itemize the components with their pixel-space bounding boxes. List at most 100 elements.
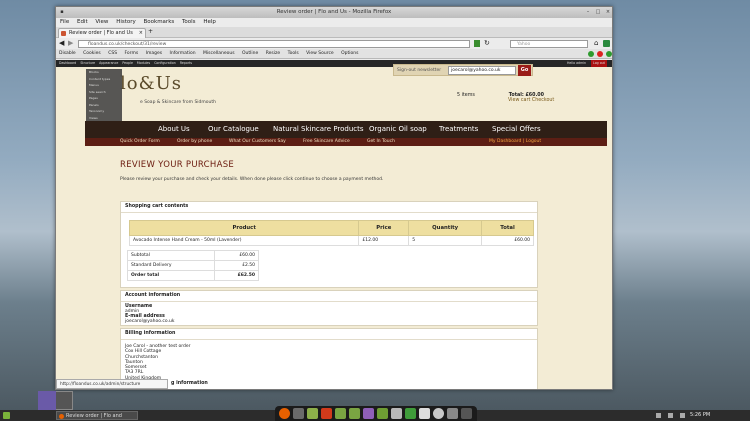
navigation-bar: ◀ ▶ floandus.co.uk/checkout/31/review ↻ … <box>56 38 612 49</box>
check-icon[interactable] <box>588 51 594 57</box>
new-tab-button[interactable]: + <box>148 28 153 35</box>
minimize-icon[interactable]: – <box>584 9 592 16</box>
favicon-icon <box>61 31 66 36</box>
maximize-icon[interactable]: □ <box>594 9 602 16</box>
error-icon[interactable] <box>597 51 603 57</box>
dev-css[interactable]: CSS <box>108 51 117 56</box>
site-logo[interactable]: lo&Us <box>120 73 182 94</box>
col-price: Price <box>358 220 410 236</box>
dock-app-icon[interactable] <box>363 408 374 419</box>
subnav-skincare-advice[interactable]: Free Skincare Advice <box>303 138 350 146</box>
dev-miscellaneous[interactable]: Miscellaneous <box>203 51 235 56</box>
menu-view[interactable]: View <box>95 19 108 25</box>
valid-icon[interactable] <box>606 51 612 57</box>
dev-information[interactable]: Information <box>170 51 196 56</box>
battery-icon[interactable] <box>680 413 685 418</box>
subnav-order-by-phone[interactable]: Order by phone <box>177 138 212 146</box>
admin-people[interactable]: People <box>122 61 133 65</box>
dock-app-icon[interactable] <box>447 408 458 419</box>
web-page: Dashboard Structure Appearance People Mo… <box>56 60 612 389</box>
menu-history[interactable]: History <box>116 19 136 25</box>
dock-app-icon[interactable] <box>461 408 472 419</box>
order-total-label: Order total <box>127 270 215 281</box>
taskbar-firefox-item[interactable]: Review order | Flo and <box>56 411 138 420</box>
nav-treatments[interactable]: Treatments <box>439 121 478 138</box>
admin-modules[interactable]: Modules <box>137 61 150 65</box>
dev-outline[interactable]: Outline <box>242 51 258 56</box>
subnav-get-in-touch[interactable]: Get In Touch <box>367 138 395 146</box>
window-title: Review order | Flo and Us - Mozilla Fire… <box>56 7 612 18</box>
divider <box>121 212 537 213</box>
subnav-customers-say[interactable]: What Our Customers Say <box>229 138 286 146</box>
dock-app-icon[interactable] <box>433 408 444 419</box>
divider <box>121 301 537 302</box>
dock-app-icon[interactable] <box>349 408 360 419</box>
admin-structure[interactable]: Structure <box>80 61 95 65</box>
admin-dashboard[interactable]: Dashboard <box>59 61 76 65</box>
firefox-dock-icon[interactable] <box>279 408 290 419</box>
tab-close-icon[interactable]: × <box>139 29 143 38</box>
dock-app-icon[interactable] <box>419 408 430 419</box>
admin-configuration[interactable]: Configuration <box>154 61 176 65</box>
reload-icon[interactable]: ↻ <box>484 39 490 47</box>
checkout-link[interactable]: Checkout <box>532 98 554 103</box>
admin-reports[interactable]: Reports <box>180 61 192 65</box>
subtotal-label: Subtotal <box>127 250 215 261</box>
dev-resize[interactable]: Resize <box>266 51 280 56</box>
dock-app-icon[interactable] <box>377 408 388 419</box>
dev-disable[interactable]: Disable <box>59 51 76 56</box>
addon-icon[interactable] <box>474 40 480 47</box>
cell-qty: 5 <box>408 235 483 246</box>
admin-appearance[interactable]: Appearance <box>99 61 118 65</box>
divider <box>121 339 537 340</box>
dev-options[interactable]: Options <box>341 51 358 56</box>
workspace-thumbnail-active[interactable] <box>38 391 56 410</box>
dev-forms[interactable]: Forms <box>125 51 139 56</box>
dev-cookies[interactable]: Cookies <box>83 51 101 56</box>
col-quantity: Quantity <box>408 220 483 236</box>
view-cart-link[interactable]: View cart <box>508 98 530 103</box>
menu-bookmarks[interactable]: Bookmarks <box>144 19 175 25</box>
dev-view-source[interactable]: View Source <box>306 51 334 56</box>
nav-special-offers[interactable]: Special Offers <box>492 121 541 138</box>
tab-review-order[interactable]: Review order | Flo and Us × <box>58 28 146 38</box>
nav-organic-oil-soap[interactable]: Organic Oil soap <box>369 121 427 138</box>
close-icon[interactable]: × <box>604 9 612 16</box>
share-icon[interactable] <box>603 40 610 47</box>
network-icon[interactable] <box>656 413 661 418</box>
window-menu-icon[interactable]: ▪ <box>58 9 66 16</box>
col-total: Total <box>481 220 534 236</box>
dock-app-icon[interactable] <box>293 408 304 419</box>
dev-tools[interactable]: Tools <box>288 51 299 56</box>
delivery-value: £2.50 <box>213 260 260 271</box>
start-menu-icon[interactable] <box>3 412 10 419</box>
menu-file[interactable]: File <box>60 19 69 25</box>
menu-edit[interactable]: Edit <box>77 19 88 25</box>
email-value: joecarol@yahoo.co.uk <box>451 68 501 73</box>
go-button[interactable]: Go <box>518 65 531 76</box>
menu-tools[interactable]: Tools <box>182 19 196 25</box>
subtotal-value: £60.00 <box>213 250 260 261</box>
back-icon[interactable]: ◀ <box>59 39 64 47</box>
nav-natural-skincare[interactable]: Natural Skincare Products <box>273 121 364 138</box>
menu-help[interactable]: Help <box>203 19 216 25</box>
subnav-quick-order[interactable]: Quick Order Form <box>120 138 160 146</box>
forward-icon[interactable]: ▶ <box>68 39 73 47</box>
dock-app-icon[interactable] <box>391 408 402 419</box>
dock-app-icon[interactable] <box>307 408 318 419</box>
nav-about-us[interactable]: About Us <box>158 121 190 138</box>
home-icon[interactable]: ⌂ <box>594 39 598 47</box>
volume-icon[interactable] <box>668 413 673 418</box>
newsletter-email-field[interactable]: joecarol@yahoo.co.uk <box>448 66 516 75</box>
dock-app-icon[interactable] <box>405 408 416 419</box>
dashboard-logout-links[interactable]: My Dashboard | Logout <box>489 138 541 146</box>
dev-images[interactable]: Images <box>146 51 162 56</box>
firefox-icon <box>59 414 64 419</box>
admin-hello[interactable]: Hello admin <box>567 60 586 67</box>
dock-app-icon[interactable] <box>335 408 346 419</box>
url-field[interactable]: floandus.co.uk/checkout/31/review <box>78 40 470 48</box>
filezilla-icon[interactable] <box>321 408 332 419</box>
admin-logout[interactable]: Log out <box>591 60 607 67</box>
search-input[interactable]: Yahoo <box>510 40 588 48</box>
nav-our-catalogue[interactable]: Our Catalogue <box>208 121 259 138</box>
